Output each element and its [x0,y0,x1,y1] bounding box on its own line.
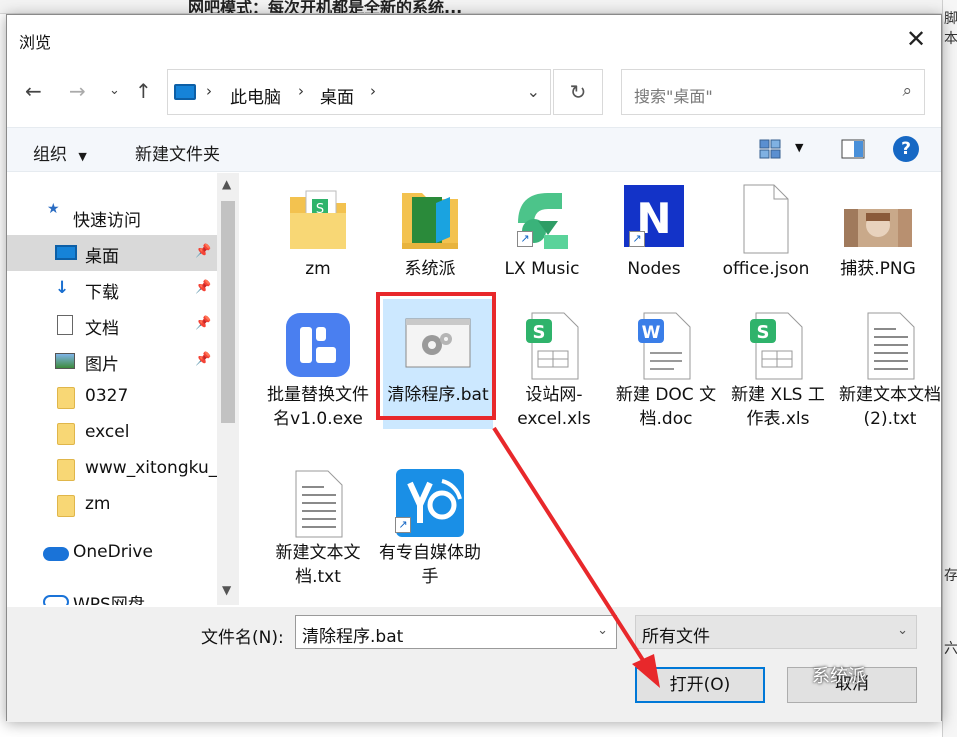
watermark-text: 系统派 [812,666,866,687]
red-annotation-arrow [492,426,660,688]
